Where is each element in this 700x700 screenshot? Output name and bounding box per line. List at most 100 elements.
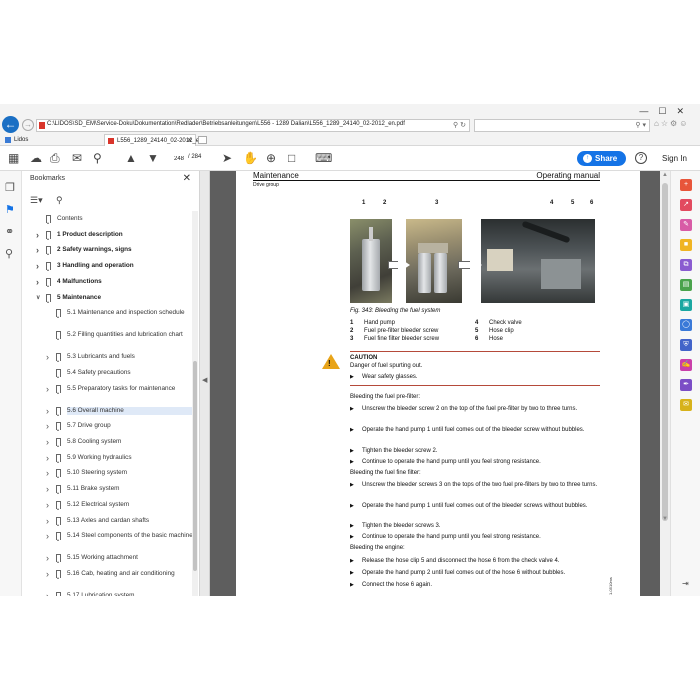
chevron-right-icon[interactable]: › <box>36 262 39 271</box>
chevron-right-icon[interactable]: › <box>46 569 49 578</box>
chevron-right-icon[interactable]: › <box>46 516 49 525</box>
chevron-down-icon[interactable]: ▾ <box>642 122 646 129</box>
sign-in-link[interactable]: Sign In <box>662 154 687 163</box>
caution-rule-bottom <box>350 385 600 386</box>
tab-pdf-document[interactable]: L556_1289_24140_02-2012_en ✕ <box>104 134 202 146</box>
page-header-right: Operating manual <box>536 171 600 180</box>
address-bar[interactable]: C:\LIDOS\SD_EM\Service-Doku\Dokumentatio… <box>36 119 470 132</box>
chevron-right-icon[interactable]: › <box>46 422 49 431</box>
bookmark-label: 5.8 Cooling system <box>67 438 122 445</box>
options-menu-icon[interactable]: ☰▾ <box>30 195 43 206</box>
callout-number: 6 <box>590 200 594 206</box>
chevron-right-icon[interactable]: › <box>36 230 39 239</box>
edit-pdf-icon[interactable]: ✎ <box>680 219 692 231</box>
attachment-icon[interactable]: ⚭ <box>5 225 14 238</box>
filter-head <box>418 243 448 253</box>
chevron-down-icon[interactable]: ∨ <box>36 294 40 302</box>
create-pdf-icon[interactable]: + <box>680 179 692 191</box>
chevron-right-icon[interactable]: › <box>46 532 49 541</box>
combine-files-icon[interactable]: ⧉ <box>680 259 692 271</box>
share-button[interactable]: ↑ Share <box>577 151 626 166</box>
chevron-left-icon: ◀ <box>202 377 208 384</box>
fit-page-icon[interactable]: □ <box>288 151 295 165</box>
search-icon[interactable]: ⚲ <box>453 122 458 129</box>
chevron-right-icon[interactable]: › <box>46 500 49 509</box>
callout-number: 3 <box>435 200 439 206</box>
chevron-right-icon[interactable]: › <box>46 554 49 563</box>
tab-lidos[interactable]: Lidos <box>2 134 102 146</box>
bookmark-flag-icon <box>56 516 61 526</box>
open-file-icon[interactable]: ▦ <box>8 151 19 165</box>
page-thumbnails-icon[interactable]: ❐ <box>5 181 15 194</box>
refresh-icon[interactable]: ↻ <box>460 122 466 129</box>
search-icon[interactable]: ⚲ <box>5 247 13 260</box>
chevron-right-icon[interactable]: › <box>46 485 49 494</box>
scroll-thumb[interactable] <box>662 183 668 521</box>
share-label: Share <box>595 154 618 163</box>
chevron-right-icon[interactable]: › <box>46 469 49 478</box>
smiley-icon[interactable]: ☺ <box>679 119 689 128</box>
document-scrollbar[interactable]: ▲ ▼ <box>660 171 670 596</box>
collapse-tools-icon[interactable]: ⇥ <box>682 579 689 588</box>
maximize-icon[interactable]: ☐ <box>658 106 676 116</box>
send-for-review-icon[interactable]: ✉ <box>680 399 692 411</box>
bookmark-icon[interactable]: ⚑ <box>5 203 15 216</box>
next-page-icon[interactable]: ▼ <box>147 151 159 165</box>
fill-sign-icon[interactable]: ✍ <box>680 359 692 371</box>
home-icon[interactable]: ⌂ <box>654 119 661 128</box>
bookmark-flag-icon <box>46 215 51 224</box>
close-window-icon[interactable]: ✕ <box>676 106 694 116</box>
find-bookmark-icon[interactable]: ⚲ <box>56 195 63 206</box>
bookmark-flag-icon <box>56 569 61 579</box>
chevron-right-icon[interactable]: › <box>46 384 49 393</box>
search-icon[interactable]: ⚲ <box>635 122 640 129</box>
pdf-page: Maintenance Operating manual Drive group… <box>236 171 640 596</box>
bookmarks-scrollbar[interactable] <box>192 211 198 596</box>
export-pdf-icon[interactable]: ↗ <box>680 199 692 211</box>
zoom-in-icon[interactable]: ⊕ <box>266 151 276 165</box>
bookmark-flag-icon <box>56 309 61 319</box>
chevron-right-icon[interactable]: › <box>36 277 39 286</box>
hose <box>521 220 571 244</box>
chevron-right-icon[interactable]: › <box>46 438 49 447</box>
select-cursor-icon[interactable]: ➤ <box>222 151 232 165</box>
arrow-right-icon <box>398 257 410 273</box>
signature-icon[interactable]: ✒ <box>680 379 692 391</box>
scroll-down-icon[interactable]: ▼ <box>662 516 668 522</box>
hand-tool-icon[interactable]: ✋ <box>243 151 258 165</box>
zoom-search-icon[interactable]: ⚲ <box>93 151 102 165</box>
keyboard-icon[interactable]: ⌨ <box>315 151 332 165</box>
chevron-right-icon[interactable]: › <box>46 406 49 415</box>
organize-pages-icon[interactable]: ▤ <box>680 279 692 291</box>
scroll-thumb[interactable] <box>193 361 197 571</box>
forward-button[interactable]: → <box>22 119 34 131</box>
collapse-panel-handle[interactable]: ◀ <box>200 171 210 596</box>
bookmark-flag-icon <box>56 353 61 363</box>
mail-icon[interactable]: ✉ <box>72 151 82 165</box>
protect-icon[interactable]: ◯ <box>680 319 692 331</box>
bookmark-label: 5.16 Cab, heating and air conditioning <box>67 569 175 577</box>
back-button[interactable]: ← <box>2 116 19 133</box>
page-number-input[interactable] <box>168 153 184 164</box>
new-tab-button[interactable] <box>198 136 207 144</box>
section-title: Bleeding the fuel pre-filter: <box>350 394 421 400</box>
print-icon[interactable]: ⎙ <box>50 151 60 166</box>
chevron-right-icon[interactable]: › <box>46 591 49 596</box>
gear-icon[interactable]: ⚙ <box>670 119 679 128</box>
pdf-file-icon <box>39 122 45 129</box>
chevron-right-icon[interactable]: › <box>46 353 49 362</box>
address-actions: ⚲ ↻ <box>453 121 466 129</box>
previous-page-icon[interactable]: ▲ <box>125 151 137 165</box>
browser-search-input[interactable]: ⚲ ▾ <box>474 119 650 132</box>
help-icon[interactable]: ? <box>635 152 647 164</box>
chevron-right-icon[interactable]: › <box>36 246 39 255</box>
shield-icon[interactable]: ⛨ <box>680 339 692 351</box>
close-icon[interactable]: ✕ <box>183 173 191 184</box>
comment-icon[interactable]: ■ <box>680 239 692 251</box>
star-icon[interactable]: ☆ <box>661 119 670 128</box>
scroll-up-icon[interactable]: ▲ <box>662 172 668 178</box>
cloud-upload-icon[interactable]: ☁ <box>30 151 42 165</box>
minimize-icon[interactable]: — <box>639 106 658 116</box>
chevron-right-icon[interactable]: › <box>46 453 49 462</box>
scan-ocr-icon[interactable]: ▣ <box>680 299 692 311</box>
